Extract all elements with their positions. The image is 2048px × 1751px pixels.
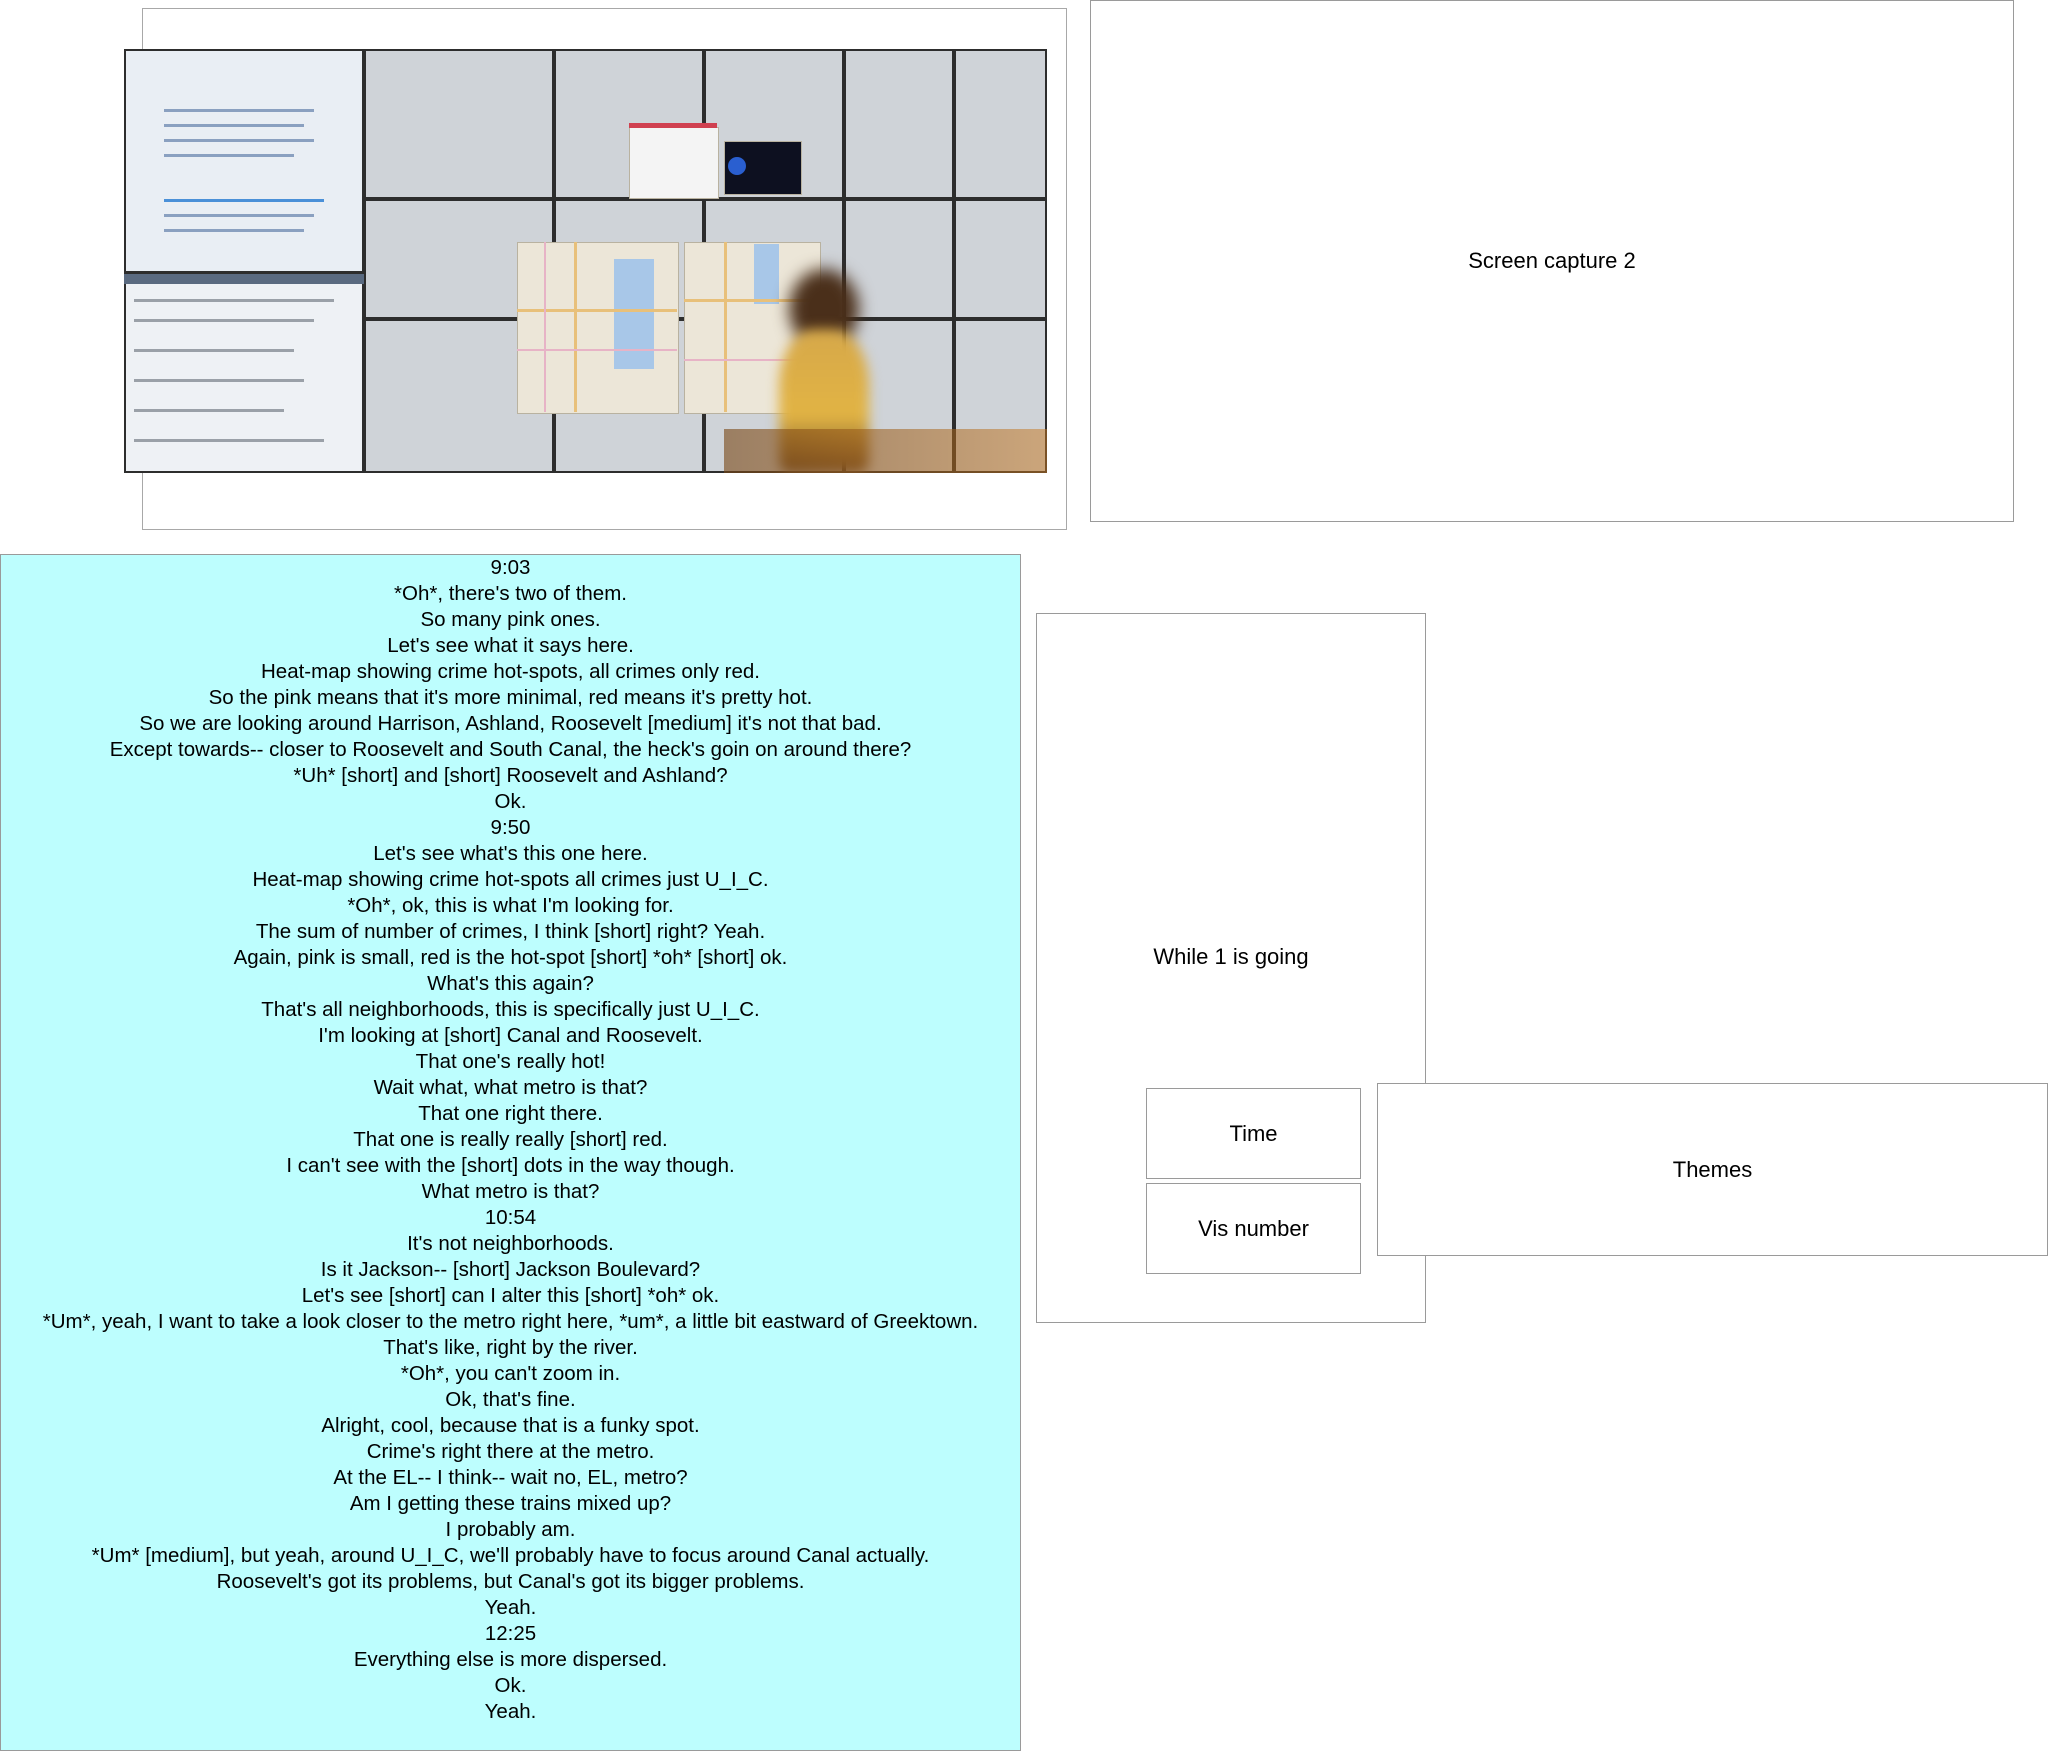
- transcript-line: Yeah.: [484, 1700, 537, 1723]
- transcript-line: Again, pink is small, red is the hot-spo…: [233, 946, 788, 969]
- circle-icon: [728, 157, 746, 175]
- transcript-line: 9:03: [490, 556, 531, 579]
- transcript-line: Yeah.: [484, 1596, 537, 1619]
- display-tile: [844, 199, 954, 319]
- themes-label: Themes: [1672, 1156, 1753, 1182]
- transcript-line: What's this again?: [427, 972, 594, 995]
- transcript-line: I can't see with the [short] dots in the…: [286, 1154, 735, 1177]
- transcript-line: Let's see [short] can I alter this [shor…: [301, 1284, 720, 1307]
- transcript-line: *Oh*, ok, this is what I'm looking for.: [347, 894, 674, 917]
- transcript-line: Let's see what's this one here.: [373, 842, 648, 865]
- while-1-is-going-label: While 1 is going: [1153, 944, 1309, 969]
- transcript-line: Roosevelt's got its problems, but Canal'…: [216, 1570, 805, 1593]
- document-tile: [124, 49, 364, 273]
- vis-number-box: Vis number: [1146, 1183, 1361, 1274]
- transcript-line: *Oh*, there's two of them.: [394, 582, 627, 605]
- document-tile: [124, 273, 364, 473]
- transcript-line: Ok, that's fine.: [445, 1388, 576, 1411]
- transcript-line: The sum of number of crimes, I think [sh…: [255, 920, 766, 943]
- heatmap-window-1: [517, 242, 679, 414]
- transcript-line: That's like, right by the river.: [383, 1336, 638, 1359]
- transcript-line: That's all neighborhoods, this is specif…: [261, 998, 760, 1021]
- transcript-line: That one right there.: [418, 1102, 603, 1125]
- display-tile: [844, 49, 954, 199]
- transcript-line: Let's see what it says here.: [387, 634, 634, 657]
- transcript-line: *Um* [medium], but yeah, around U_I_C, w…: [91, 1544, 930, 1567]
- transcript-line: 12:25: [484, 1622, 537, 1645]
- display-tile: [364, 49, 554, 199]
- screen-capture-2-placeholder: Screen capture 2: [1090, 0, 2014, 522]
- screen-capture-2-label: Screen capture 2: [1468, 248, 1636, 273]
- transcript-line: I'm looking at [short] Canal and Rooseve…: [318, 1024, 703, 1047]
- transcript-line: So many pink ones.: [420, 608, 601, 631]
- transcript-line: It's not neighborhoods.: [407, 1232, 614, 1255]
- transcript-line: 10:54: [484, 1206, 537, 1229]
- notes-window: [629, 127, 719, 199]
- transcript-line: *Uh* [short] and [short] Roosevelt and A…: [293, 764, 728, 787]
- transcript-line: That one is really really [short] red.: [353, 1128, 668, 1151]
- transcript-panel: 9:03 *Oh*, there's two of them. So many pi…: [0, 554, 1021, 1751]
- display-tile: [954, 199, 1047, 319]
- transcript-line: 9:50: [490, 816, 531, 839]
- display-tile: [954, 49, 1047, 199]
- wall-display-photo: [124, 49, 1047, 473]
- transcript-line: Alright, cool, because that is a funky s…: [321, 1414, 700, 1437]
- transcript-line: So we are looking around Harrison, Ashla…: [139, 712, 882, 735]
- transcript-line: At the EL-- I think-- wait no, EL, metro…: [333, 1466, 688, 1489]
- time-label: Time: [1229, 1120, 1278, 1146]
- transcript-line: Is it Jackson-- [short] Jackson Boulevar…: [320, 1258, 701, 1281]
- transcript-line: What metro is that?: [421, 1180, 600, 1203]
- transcript-line: I probably am.: [445, 1518, 576, 1541]
- transcript-line: Heat-map showing crime hot-spots all cri…: [252, 868, 769, 891]
- transcript-line: Am I getting these trains mixed up?: [349, 1492, 672, 1515]
- transcript-line: Heat-map showing crime hot-spots, all cr…: [260, 660, 761, 683]
- transcript-line: Except towards-- closer to Roosevelt and…: [109, 738, 912, 761]
- transcript-line: Ok.: [494, 1674, 527, 1697]
- transcript-line: So the pink means that it's more minimal…: [208, 686, 813, 709]
- transcript-line: Ok.: [494, 790, 527, 813]
- vis-number-label: Vis number: [1198, 1215, 1309, 1241]
- transcript-line: Everything else is more dispersed.: [353, 1648, 668, 1671]
- transcript-line: Crime's right there at the metro.: [366, 1440, 655, 1463]
- transcript-line: *Oh*, you can't zoom in.: [400, 1362, 621, 1385]
- transcript-line: Wait what, what metro is that?: [373, 1076, 648, 1099]
- themes-box: Themes: [1377, 1083, 2048, 1256]
- time-box: Time: [1146, 1088, 1361, 1179]
- transcript-line: *Um*, yeah, I want to take a look closer…: [42, 1310, 979, 1333]
- transcript-line: That one's really hot!: [415, 1050, 606, 1073]
